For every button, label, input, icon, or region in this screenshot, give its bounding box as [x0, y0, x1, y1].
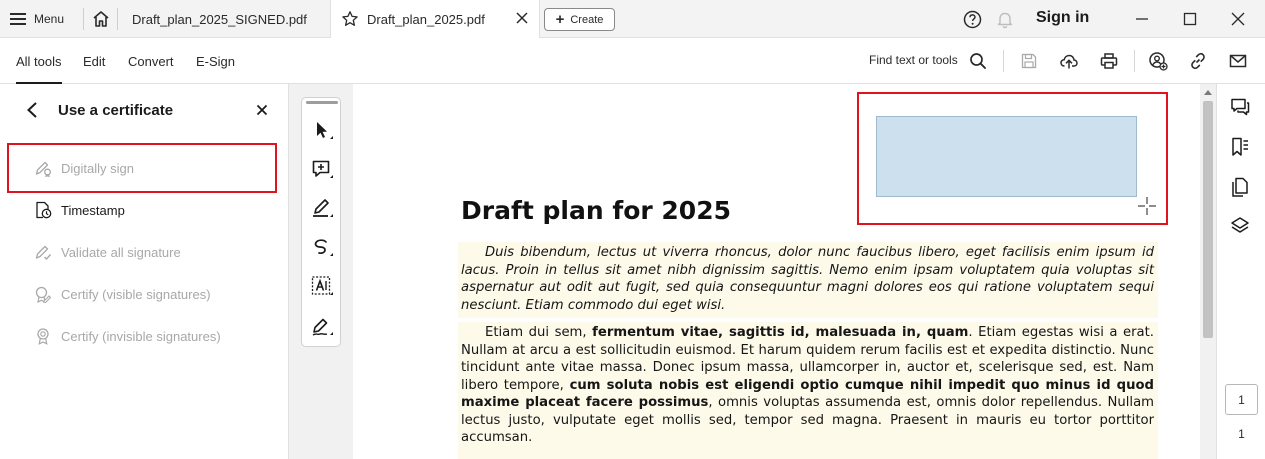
- add-comment-icon[interactable]: [310, 157, 334, 181]
- help-icon[interactable]: [963, 10, 982, 29]
- star-icon[interactable]: [341, 10, 359, 28]
- certify-invisible-signatures-item[interactable]: Certify (invisible signatures): [34, 325, 274, 347]
- tab-edit[interactable]: Edit: [83, 38, 105, 84]
- window-close-icon[interactable]: [1228, 9, 1248, 29]
- highlight-pen-icon[interactable]: [310, 196, 334, 220]
- menu-label: Menu: [34, 12, 65, 26]
- use-certificate-panel: Use a certificate Digitally sign Timesta…: [0, 84, 289, 459]
- pdf-page: Draft plan for 2025 Duis bibendum, lectu…: [353, 84, 1200, 459]
- item-label: Certify (invisible signatures): [61, 328, 221, 344]
- select-cursor-icon[interactable]: [310, 118, 334, 142]
- timestamp-item[interactable]: Timestamp: [34, 199, 274, 221]
- draw-freehand-icon[interactable]: [310, 235, 334, 259]
- search-icon[interactable]: [968, 51, 988, 71]
- divider: [1003, 50, 1004, 72]
- create-button[interactable]: + Create: [544, 8, 615, 31]
- tab-convert[interactable]: Convert: [128, 38, 174, 84]
- main-toolbar: All tools Edit Convert E-Sign Find text …: [0, 38, 1265, 84]
- panel-title: Use a certificate: [58, 102, 174, 119]
- save-icon[interactable]: [1019, 51, 1039, 71]
- highlight-box-signature-area: [857, 92, 1168, 225]
- drag-handle[interactable]: [306, 101, 338, 104]
- validate-all-signature-item[interactable]: Validate all signature: [34, 241, 274, 263]
- close-panel-icon[interactable]: [256, 104, 268, 116]
- scroll-up-icon[interactable]: [1204, 90, 1212, 95]
- menu-button[interactable]: Menu: [10, 8, 64, 30]
- document-title: Draft plan for 2025: [461, 196, 731, 225]
- paragraph-1: Duis bibendum, lectus ut viverra rhoncus…: [461, 245, 1154, 313]
- paragraph-2: Etiam dui sem, fermentum vitae, sagittis…: [461, 325, 1155, 445]
- back-icon[interactable]: [24, 101, 40, 119]
- home-icon[interactable]: [91, 9, 111, 29]
- divider: [1134, 50, 1135, 72]
- text-box-icon[interactable]: [310, 274, 334, 298]
- bell-icon[interactable]: [996, 10, 1014, 29]
- timestamp-icon: [36, 201, 52, 219]
- item-label: Timestamp: [61, 202, 125, 218]
- share-user-icon[interactable]: [1148, 51, 1168, 71]
- scrollbar-thumb[interactable]: [1203, 101, 1213, 338]
- item-label: Certify (visible signatures): [61, 286, 211, 302]
- tab-label: Draft_plan_2025.pdf: [367, 11, 485, 27]
- tab-draft-plan[interactable]: Draft_plan_2025.pdf: [330, 0, 540, 38]
- comments-icon[interactable]: [1229, 96, 1251, 118]
- certify-visible-signatures-item[interactable]: Certify (visible signatures): [34, 283, 274, 305]
- fill-sign-icon[interactable]: [310, 314, 334, 338]
- link-icon[interactable]: [1188, 51, 1208, 71]
- item-label: Validate all signature: [61, 244, 181, 260]
- title-bar: Menu Draft_plan_2025_SIGNED.pdf Draft_pl…: [0, 0, 1265, 38]
- highlight-box-digitally-sign: [7, 143, 277, 193]
- tab-e-sign[interactable]: E-Sign: [196, 38, 235, 84]
- minimize-icon[interactable]: [1132, 9, 1152, 29]
- right-rail: 1 1: [1216, 84, 1265, 459]
- pages-thumbnails-icon[interactable]: [1229, 176, 1251, 198]
- divider: [83, 8, 84, 30]
- total-pages: 1: [1238, 427, 1245, 441]
- create-label: Create: [570, 13, 604, 26]
- validate-signature-icon: [35, 245, 52, 261]
- tab-all-tools[interactable]: All tools: [16, 38, 62, 84]
- maximize-icon[interactable]: [1180, 9, 1200, 29]
- layers-icon[interactable]: [1229, 215, 1251, 237]
- email-icon[interactable]: [1228, 51, 1248, 71]
- tab-draft-plan-signed[interactable]: Draft_plan_2025_SIGNED.pdf: [118, 0, 328, 38]
- current-page-input[interactable]: 1: [1225, 384, 1258, 415]
- cloud-upload-icon[interactable]: [1059, 51, 1079, 71]
- hamburger-icon: [10, 13, 26, 25]
- close-tab-icon[interactable]: [515, 11, 529, 25]
- tab-label: Draft_plan_2025_SIGNED.pdf: [132, 11, 307, 27]
- bookmarks-icon[interactable]: [1229, 136, 1251, 158]
- print-icon[interactable]: [1099, 51, 1119, 71]
- find-text-or-tools-label[interactable]: Find text or tools: [869, 53, 958, 67]
- certify-invisible-icon: [37, 328, 49, 345]
- sign-in-button[interactable]: Sign in: [1036, 9, 1089, 27]
- quick-tools-bar: [301, 97, 341, 347]
- vertical-scrollbar[interactable]: [1200, 84, 1216, 459]
- document-canvas: Draft plan for 2025 Duis bibendum, lectu…: [289, 84, 1200, 459]
- plus-icon: +: [555, 11, 565, 28]
- certify-visible-icon: [35, 286, 52, 303]
